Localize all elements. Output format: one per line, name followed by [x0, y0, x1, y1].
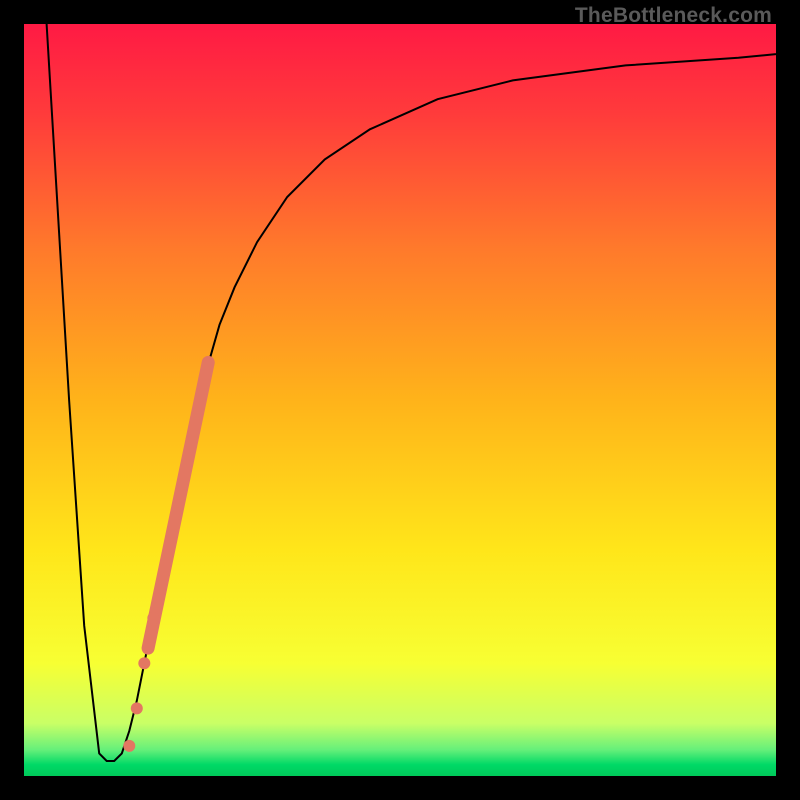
highlight-dot	[123, 740, 135, 752]
highlight-dot	[138, 657, 150, 669]
watermark-text: TheBottleneck.com	[575, 4, 772, 28]
highlight-dot	[131, 702, 143, 714]
chart-frame: TheBottleneck.com	[0, 0, 800, 800]
chart-svg	[24, 24, 776, 776]
highlight-dot	[147, 612, 159, 624]
chart-background-gradient	[24, 24, 776, 776]
chart-plot-area	[24, 24, 776, 776]
